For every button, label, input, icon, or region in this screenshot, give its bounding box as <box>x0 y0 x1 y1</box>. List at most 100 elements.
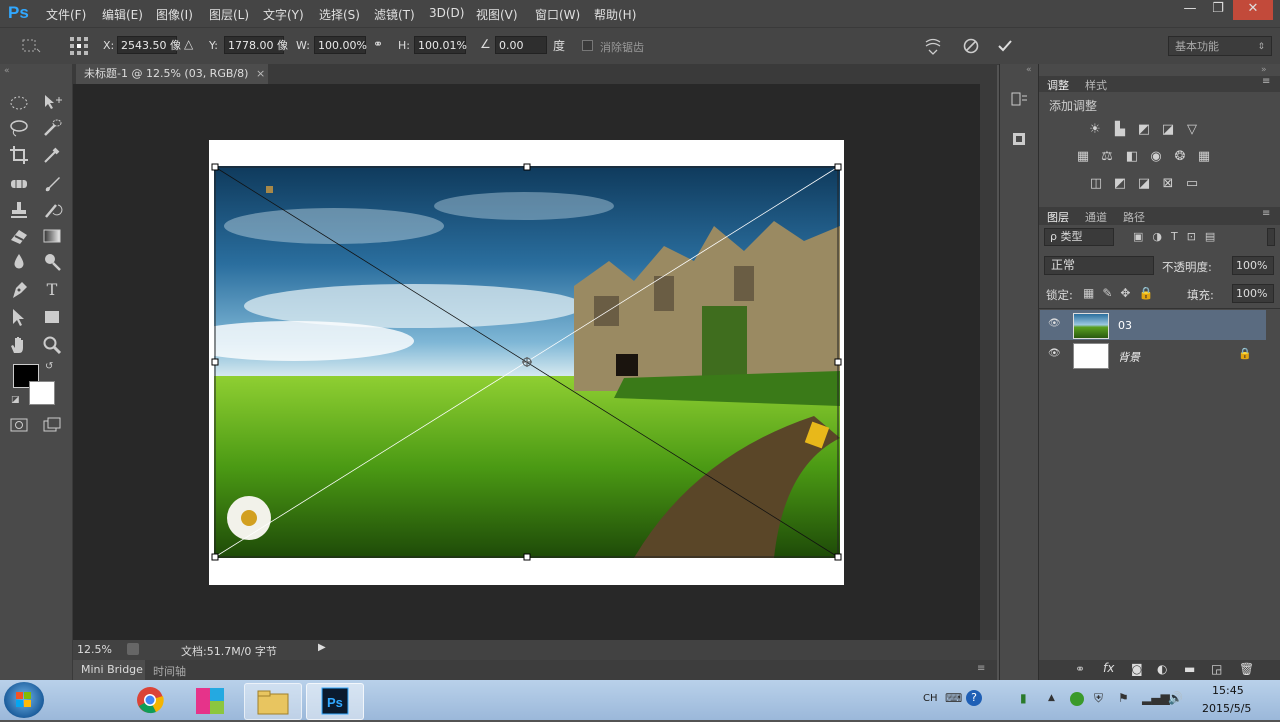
screen-mode-icon[interactable] <box>41 414 63 436</box>
quick-selection-tool-icon[interactable] <box>41 117 63 139</box>
help-icon[interactable]: ? <box>966 690 982 706</box>
properties-panel-icon[interactable] <box>1010 130 1028 151</box>
hue-saturation-icon[interactable]: ▦ <box>1075 149 1091 165</box>
crop-tool-icon[interactable] <box>8 144 30 166</box>
selective-color-icon[interactable]: ⊠ <box>1160 176 1176 192</box>
visibility-eye-icon[interactable]: 👁 <box>1048 348 1061 359</box>
tab-timeline[interactable]: 时间轴 <box>153 663 186 679</box>
hand-tool-icon[interactable] <box>8 334 30 356</box>
clock-time[interactable]: 15:45 <box>1212 684 1244 697</box>
security-icon[interactable]: ⛨ <box>1094 691 1103 706</box>
tab-mini-bridge[interactable]: Mini Bridge <box>73 660 145 680</box>
tab-styles[interactable]: 样式 <box>1085 77 1107 93</box>
commit-transform-icon[interactable] <box>996 37 1014 58</box>
close-document-tab-icon[interactable]: × <box>256 64 265 84</box>
ime-indicator[interactable]: CH <box>923 693 938 704</box>
invert-icon[interactable]: ◫ <box>1088 176 1104 192</box>
lasso-tool-icon[interactable] <box>8 117 30 139</box>
workspace-dropdown[interactable]: 基本功能 ⇕ <box>1168 36 1272 56</box>
tab-channels[interactable]: 通道 <box>1085 209 1107 225</box>
adjustments-menu-icon[interactable]: ≡ <box>1262 76 1270 87</box>
dodge-tool-icon[interactable] <box>41 251 63 273</box>
vibrance-icon[interactable]: ▽ <box>1184 122 1200 138</box>
menu-layer[interactable]: 图层(L) <box>209 6 249 23</box>
color-balance-icon[interactable]: ⚖ <box>1099 149 1115 165</box>
visibility-eye-icon[interactable]: 👁 <box>1048 318 1061 329</box>
menu-type[interactable]: 文字(Y) <box>263 6 304 23</box>
channel-mixer-icon[interactable]: ❂ <box>1172 149 1188 165</box>
gradient-tool-icon[interactable] <box>41 225 63 247</box>
layers-menu-icon[interactable]: ≡ <box>1262 208 1270 219</box>
document-tab[interactable]: 未标题-1 @ 12.5% (03, RGB/8) × <box>76 64 268 84</box>
keyboard-icon[interactable]: ⌨ <box>945 691 962 705</box>
new-layer-icon[interactable]: ◲ <box>1211 662 1222 676</box>
chrome-taskbar-button[interactable] <box>122 683 178 718</box>
warp-icon[interactable] <box>924 37 942 58</box>
media-app-taskbar-button[interactable] <box>183 683 239 718</box>
rotation-field[interactable]: 0.00 <box>495 36 547 54</box>
menu-view[interactable]: 视图(V) <box>476 6 518 23</box>
tab-paths[interactable]: 路径 <box>1123 209 1145 225</box>
vertical-scrollbar[interactable] <box>980 84 997 640</box>
layer-row-background[interactable]: 👁 背景 🔒 <box>1040 340 1266 370</box>
collapse-strip-icon[interactable]: « <box>1026 65 1032 75</box>
menu-3d[interactable]: 3D(D) <box>429 6 464 20</box>
menu-edit[interactable]: 编辑(E) <box>102 6 143 23</box>
y-position-field[interactable]: 1778.00 像 <box>224 36 288 54</box>
start-button[interactable] <box>4 682 44 718</box>
marquee-tool-icon[interactable] <box>8 92 30 114</box>
clock-date[interactable]: 2015/5/5 <box>1202 702 1251 715</box>
zoom-tool-icon[interactable] <box>41 334 63 356</box>
threshold-icon[interactable]: ◪ <box>1136 176 1152 192</box>
add-mask-icon[interactable]: ◙ <box>1131 662 1143 676</box>
height-field[interactable]: 100.01% <box>414 36 467 54</box>
x-position-field[interactable]: 2543.50 像 <box>117 36 181 54</box>
eyedropper-tool-icon[interactable] <box>41 144 63 166</box>
action-center-icon[interactable]: ⚑ <box>1118 691 1129 705</box>
fx-icon[interactable]: fx <box>1103 661 1114 675</box>
black-white-icon[interactable]: ◧ <box>1124 149 1140 165</box>
layer-filter-icons[interactable]: ▣◑T⊡▤ <box>1133 230 1224 243</box>
posterize-icon[interactable]: ◩ <box>1112 176 1128 192</box>
delete-layer-icon[interactable]: 🗑 <box>1239 662 1254 676</box>
history-panel-icon[interactable] <box>1010 90 1028 111</box>
exposure-icon[interactable]: ◪ <box>1160 122 1176 138</box>
transform-tool-icon[interactable] <box>20 37 42 55</box>
history-brush-tool-icon[interactable] <box>41 199 63 221</box>
menu-window[interactable]: 窗口(W) <box>535 6 580 23</box>
antialias-checkbox[interactable] <box>582 40 593 51</box>
opacity-field[interactable]: 100% <box>1232 256 1274 275</box>
gradient-map-icon[interactable]: ▭ <box>1184 176 1200 192</box>
battery-icon[interactable]: ▮ <box>1020 691 1027 705</box>
status-info-icon[interactable] <box>127 643 139 655</box>
reference-point-icon[interactable] <box>68 35 90 60</box>
tray-app-icon[interactable] <box>1070 692 1084 706</box>
collapse-toolbar-icon[interactable]: « <box>4 66 10 76</box>
menu-image[interactable]: 图像(I) <box>156 6 193 23</box>
color-lookup-icon[interactable]: ▦ <box>1196 149 1212 165</box>
zoom-level[interactable]: 12.5% <box>77 643 112 656</box>
default-colors-icon[interactable]: ◪ <box>11 395 20 405</box>
fill-field[interactable]: 100% <box>1232 284 1274 303</box>
curves-icon[interactable]: ◩ <box>1136 122 1152 138</box>
move-tool-icon[interactable] <box>41 92 63 114</box>
rectangle-tool-icon[interactable] <box>41 306 63 328</box>
collapse-panels-icon[interactable]: » <box>1261 65 1267 75</box>
volume-icon[interactable]: 🔊 <box>1168 691 1183 705</box>
close-window-button[interactable]: ✕ <box>1233 0 1273 20</box>
brush-tool-icon[interactable] <box>41 173 63 195</box>
healing-brush-tool-icon[interactable] <box>8 173 30 195</box>
tab-layers[interactable]: 图层 <box>1047 209 1069 225</box>
blend-mode-dropdown[interactable]: 正常 <box>1044 256 1154 275</box>
new-group-icon[interactable]: ▬ <box>1184 662 1195 676</box>
tab-adjustments[interactable]: 调整 <box>1047 77 1069 93</box>
explorer-taskbar-button[interactable] <box>244 683 302 720</box>
levels-icon[interactable]: ▙ <box>1112 122 1128 138</box>
status-menu-arrow-icon[interactable]: ▶ <box>318 642 326 653</box>
link-icon[interactable]: ⚭ <box>373 37 383 51</box>
delta-icon[interactable]: △ <box>184 37 193 51</box>
swap-colors-icon[interactable]: ↺ <box>45 361 53 372</box>
width-field[interactable]: 100.00% <box>314 36 367 54</box>
network-icon[interactable]: ▂▄▆ <box>1142 691 1170 705</box>
background-color-swatch[interactable] <box>29 381 55 405</box>
